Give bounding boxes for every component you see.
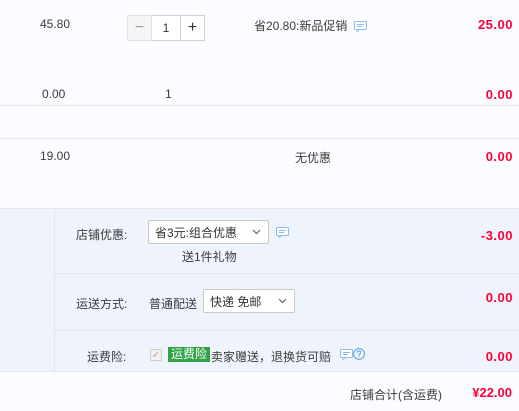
divider <box>55 273 519 274</box>
shipping-label: 运送方式: <box>76 297 128 311</box>
chat-icon[interactable] <box>353 21 367 33</box>
order-item-row: 45.80 − 1 + 省20.80:新品促销 25.00 <box>0 0 519 106</box>
shop-discount-select-value: 省3元:组合优惠 <box>155 225 238 240</box>
shipping-type: 普通配送 <box>149 297 198 311</box>
shipping-select[interactable]: 快递 免邮 <box>203 289 295 313</box>
item-subtotal: 0.00 <box>485 87 513 102</box>
shipping-amount: 0.00 <box>485 290 513 305</box>
insurance-amount: 0.00 <box>485 349 513 364</box>
unit-price: 0.00 <box>42 87 66 101</box>
shipping-select-value: 快递 免邮 <box>210 294 262 309</box>
unit-price: 19.00 <box>40 149 71 163</box>
decrease-button[interactable]: − <box>127 15 152 41</box>
shop-total: 店铺合计(含运费) ¥22.00 <box>0 371 519 411</box>
promo-text: 无优惠 <box>295 151 332 165</box>
chevron-down-icon <box>252 229 261 235</box>
shop-discount-select[interactable]: 省3元:组合优惠 <box>148 220 269 244</box>
item-subtotal: 25.00 <box>477 17 513 32</box>
divider <box>54 209 55 371</box>
shop-summary: 店铺优惠: 省3元:组合优惠 送1件礼物 -3.00 运送方式: 普通配送 快递… <box>0 208 519 371</box>
shop-total-label: 店铺合计(含运费) <box>350 388 442 402</box>
shop-discount-amount: -3.00 <box>480 228 513 243</box>
item-subtotal: 0.00 <box>485 149 513 164</box>
insurance-checkbox[interactable]: ✓ <box>150 349 162 361</box>
quantity-value: 1 <box>165 87 172 101</box>
insurance-label: 运费险: <box>87 350 127 364</box>
shop-discount-label: 店铺优惠: <box>76 228 128 242</box>
chat-icon[interactable] <box>340 349 353 360</box>
quantity-input[interactable]: 1 <box>152 15 180 41</box>
promo-text: 省20.80:新品促销 <box>254 17 367 34</box>
insurance-tag: 运费险 <box>168 347 211 362</box>
chevron-down-icon <box>278 298 287 304</box>
unit-price: 45.80 <box>40 17 71 31</box>
gift-text: 送1件礼物 <box>182 250 237 264</box>
divider <box>55 330 519 331</box>
quantity-stepper[interactable]: − 1 + <box>127 15 205 41</box>
increase-button[interactable]: + <box>180 15 205 41</box>
insurance-text: 卖家赠送，退换货可赔 <box>211 350 332 364</box>
promo-label: 省20.80:新品促销 <box>254 19 348 33</box>
chat-icon[interactable] <box>276 227 289 238</box>
order-item-row: 19.00 无优惠 0.00 <box>0 138 519 208</box>
help-icon[interactable] <box>353 348 365 360</box>
shop-total-amount: ¥22.00 <box>472 385 512 400</box>
